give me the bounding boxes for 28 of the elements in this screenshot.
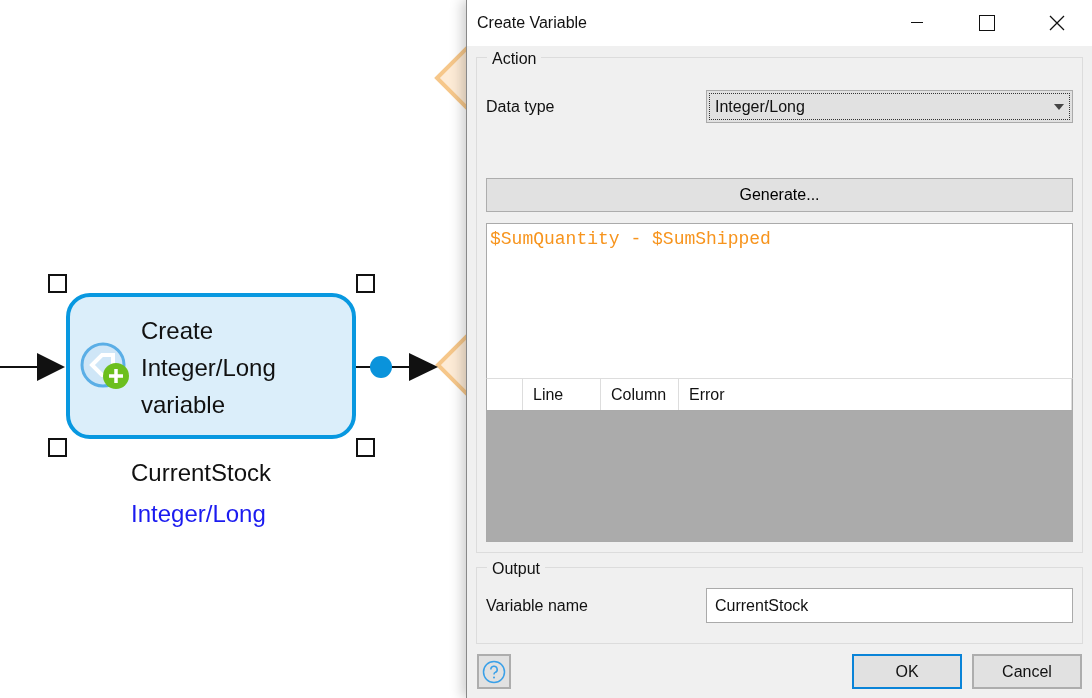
flow-arrow xyxy=(0,353,65,381)
close-icon[interactable] xyxy=(1049,15,1065,31)
output-type: Integer/Long xyxy=(131,499,266,529)
generate-button[interactable]: Generate... xyxy=(486,178,1073,212)
maximize-icon[interactable] xyxy=(979,15,995,31)
column-header: Error xyxy=(679,379,1072,410)
output-name: CurrentStock xyxy=(131,458,272,488)
dialog-button[interactable]: OK xyxy=(852,654,962,689)
resize-handle[interactable] xyxy=(356,438,375,457)
expression-text: $SumQuantity - $SumShipped xyxy=(490,229,771,249)
field-label: Variable name xyxy=(486,595,588,616)
data-type-dropdown[interactable]: Integer/Long xyxy=(706,90,1073,123)
window-title: Create Variable xyxy=(477,13,588,33)
activity-title: Create Integer/Long variable xyxy=(141,316,277,420)
minimize-icon[interactable] xyxy=(911,22,923,24)
resize-handle[interactable] xyxy=(48,274,67,293)
activity-node[interactable] xyxy=(66,293,356,439)
dropdown-value: Integer/Long xyxy=(715,96,806,117)
resize-handle[interactable] xyxy=(356,274,375,293)
dialog-button[interactable]: Cancel xyxy=(972,654,1082,689)
column-header: Column xyxy=(601,379,679,410)
create-variable-icon xyxy=(79,341,131,391)
dropdown-arrow-icon xyxy=(1054,103,1064,110)
field-label: Data type xyxy=(486,96,555,117)
column-header: Line xyxy=(523,379,601,410)
resize-handle[interactable] xyxy=(48,438,67,457)
variable-name-field[interactable]: CurrentStock xyxy=(706,588,1073,623)
connection-point[interactable] xyxy=(370,356,392,378)
